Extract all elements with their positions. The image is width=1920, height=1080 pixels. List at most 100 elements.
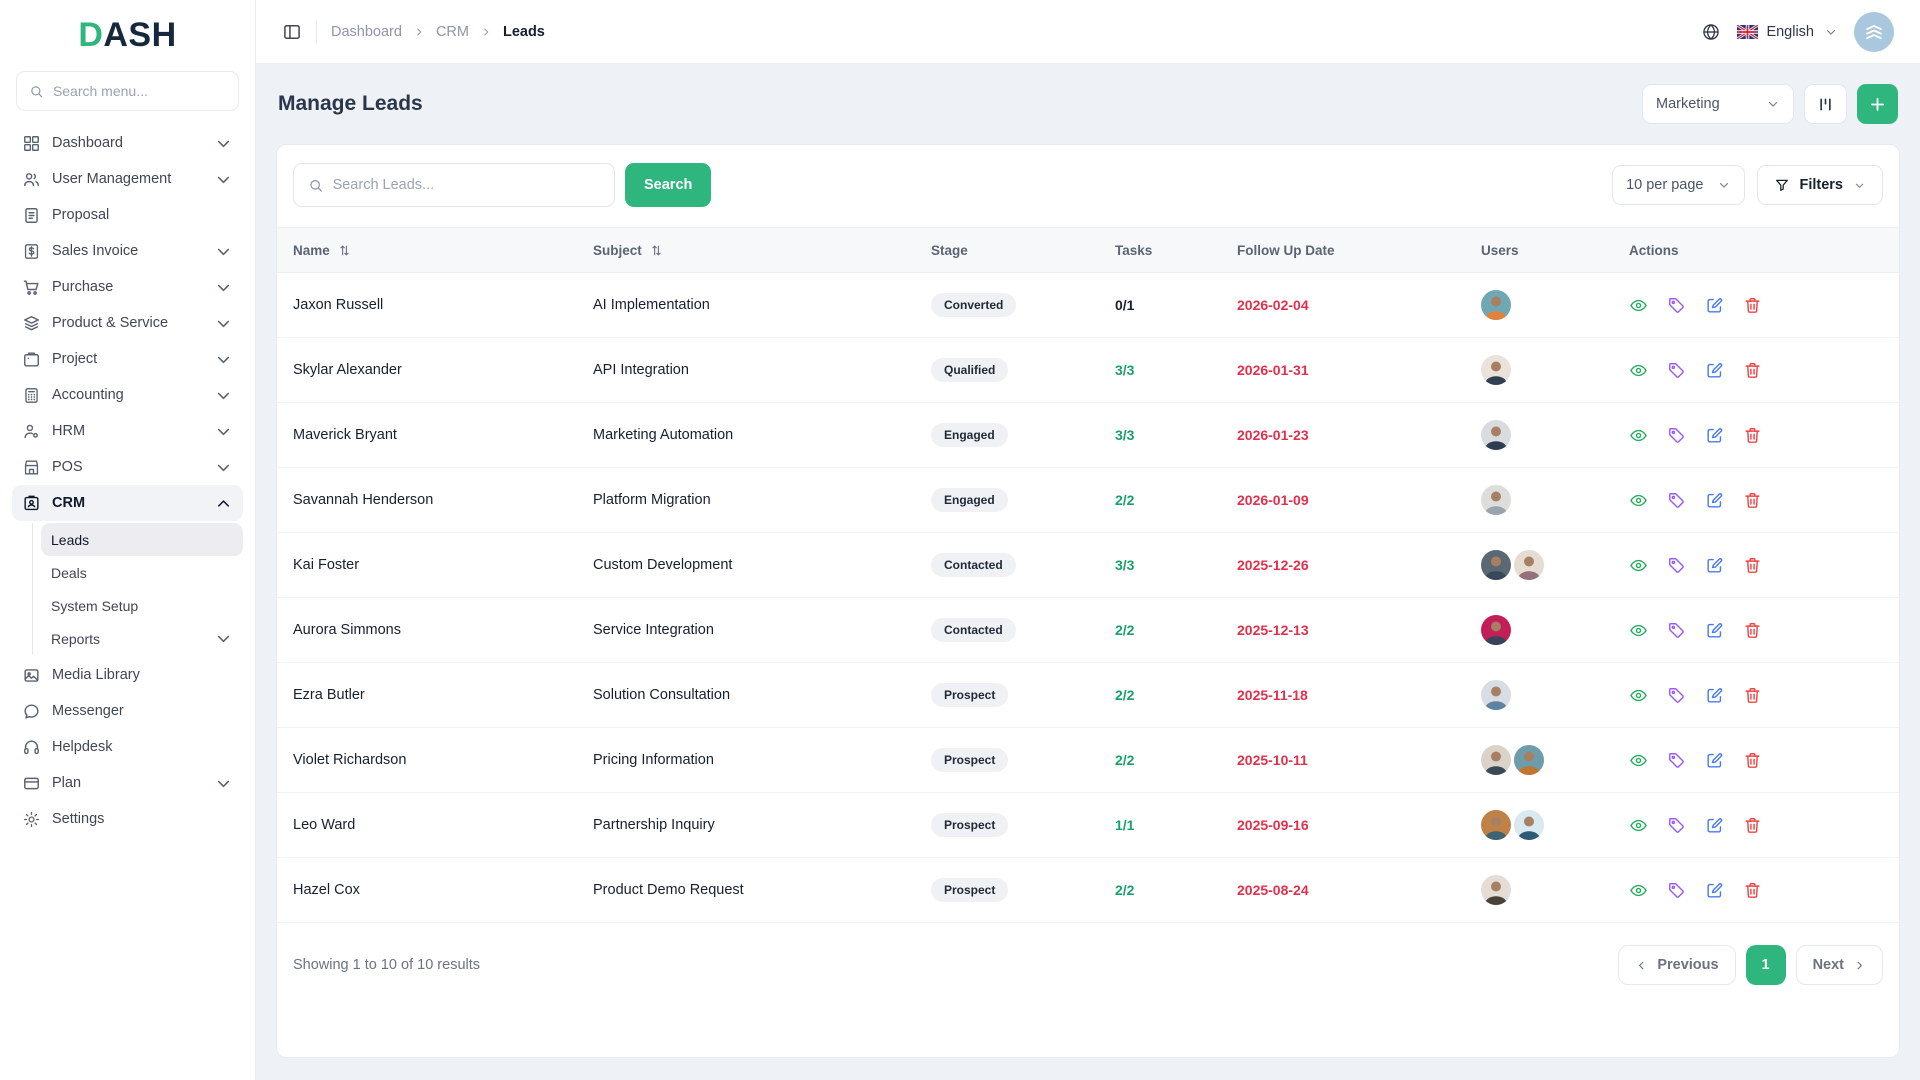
tag-lead-button[interactable] bbox=[1667, 556, 1686, 575]
per-page-select[interactable]: 10 per page bbox=[1612, 165, 1746, 205]
edit-lead-button[interactable] bbox=[1705, 881, 1724, 900]
sidebar-item-proposal[interactable]: Proposal bbox=[12, 197, 243, 233]
delete-lead-button[interactable] bbox=[1743, 426, 1762, 445]
view-lead-button[interactable] bbox=[1629, 491, 1648, 510]
sidebar-item-plan[interactable]: Plan bbox=[12, 765, 243, 801]
language-selector[interactable]: English bbox=[1736, 23, 1838, 40]
user-avatar[interactable] bbox=[1514, 550, 1544, 580]
sidebar-search-input[interactable] bbox=[52, 83, 226, 99]
user-avatar[interactable] bbox=[1481, 810, 1511, 840]
user-avatar[interactable] bbox=[1481, 615, 1511, 645]
delete-lead-button[interactable] bbox=[1743, 816, 1762, 835]
delete-lead-button[interactable] bbox=[1743, 491, 1762, 510]
breadcrumb-crm[interactable]: CRM bbox=[436, 24, 469, 40]
tag-lead-button[interactable] bbox=[1667, 296, 1686, 315]
user-avatar[interactable] bbox=[1481, 875, 1511, 905]
edit-lead-button[interactable] bbox=[1705, 816, 1724, 835]
sidebar-subitem-deals[interactable]: Deals bbox=[41, 556, 243, 589]
sidebar-item-settings[interactable]: Settings bbox=[12, 801, 243, 837]
view-lead-button[interactable] bbox=[1629, 621, 1648, 640]
sidebar-item-messenger[interactable]: Messenger bbox=[12, 693, 243, 729]
sort-icon[interactable] bbox=[649, 243, 664, 258]
sidebar-subitem-leads[interactable]: Leads bbox=[41, 523, 243, 556]
delete-lead-button[interactable] bbox=[1743, 556, 1762, 575]
sidebar-item-pos[interactable]: POS bbox=[12, 449, 243, 485]
tag-lead-button[interactable] bbox=[1667, 751, 1686, 770]
tag-lead-button[interactable] bbox=[1667, 686, 1686, 705]
user-avatar[interactable] bbox=[1514, 745, 1544, 775]
filters-button[interactable]: Filters bbox=[1757, 165, 1883, 205]
search-button[interactable]: Search bbox=[625, 163, 712, 207]
edit-lead-button[interactable] bbox=[1705, 296, 1724, 315]
chevron-down-icon bbox=[214, 350, 233, 369]
column-label: Users bbox=[1481, 242, 1519, 258]
column-label: Subject bbox=[593, 242, 642, 258]
edit-lead-button[interactable] bbox=[1705, 426, 1724, 445]
sidebar-item-media-library[interactable]: Media Library bbox=[12, 657, 243, 693]
tag-lead-button[interactable] bbox=[1667, 816, 1686, 835]
sidebar-item-accounting[interactable]: Accounting bbox=[12, 377, 243, 413]
sidebar-item-dashboard[interactable]: Dashboard bbox=[12, 125, 243, 161]
tag-lead-button[interactable] bbox=[1667, 881, 1686, 900]
edit-lead-button[interactable] bbox=[1705, 751, 1724, 770]
globe-icon[interactable] bbox=[1701, 22, 1721, 42]
tag-lead-button[interactable] bbox=[1667, 491, 1686, 510]
edit-lead-button[interactable] bbox=[1705, 686, 1724, 705]
funnel-icon bbox=[1774, 177, 1790, 193]
tag-lead-button[interactable] bbox=[1667, 426, 1686, 445]
purchase-icon bbox=[22, 278, 41, 297]
delete-lead-button[interactable] bbox=[1743, 621, 1762, 640]
add-lead-button[interactable] bbox=[1857, 84, 1898, 124]
edit-lead-button[interactable] bbox=[1705, 556, 1724, 575]
edit-lead-button[interactable] bbox=[1705, 491, 1724, 510]
view-lead-button[interactable] bbox=[1629, 751, 1648, 770]
view-lead-button[interactable] bbox=[1629, 816, 1648, 835]
user-avatar[interactable] bbox=[1514, 810, 1544, 840]
breadcrumb-dashboard[interactable]: Dashboard bbox=[331, 24, 402, 40]
view-lead-button[interactable] bbox=[1629, 686, 1648, 705]
sidebar-toggle-icon[interactable] bbox=[282, 22, 302, 42]
view-lead-button[interactable] bbox=[1629, 556, 1648, 575]
sidebar-item-user-management[interactable]: User Management bbox=[12, 161, 243, 197]
sidebar-item-purchase[interactable]: Purchase bbox=[12, 269, 243, 305]
delete-lead-button[interactable] bbox=[1743, 361, 1762, 380]
sidebar-item-project[interactable]: Project bbox=[12, 341, 243, 377]
chevron-down-icon bbox=[214, 386, 233, 405]
profile-avatar[interactable] bbox=[1854, 11, 1894, 52]
user-avatar[interactable] bbox=[1481, 290, 1511, 320]
delete-lead-button[interactable] bbox=[1743, 751, 1762, 770]
previous-page-button[interactable]: Previous bbox=[1618, 945, 1736, 985]
leads-search-input[interactable] bbox=[332, 177, 600, 193]
edit-lead-button[interactable] bbox=[1705, 361, 1724, 380]
sidebar-item-sales-invoice[interactable]: Sales Invoice bbox=[12, 233, 243, 269]
next-page-button[interactable]: Next bbox=[1795, 945, 1883, 985]
team-select[interactable]: Marketing bbox=[1642, 84, 1794, 124]
user-avatar[interactable] bbox=[1481, 550, 1511, 580]
sort-icon[interactable] bbox=[337, 243, 352, 258]
view-lead-button[interactable] bbox=[1629, 296, 1648, 315]
tag-lead-button[interactable] bbox=[1667, 361, 1686, 380]
sidebar-item-hrm[interactable]: HRM bbox=[12, 413, 243, 449]
tag-lead-button[interactable] bbox=[1667, 621, 1686, 640]
user-avatar[interactable] bbox=[1481, 745, 1511, 775]
column-header-name: Name bbox=[277, 227, 577, 273]
sidebar-item-helpdesk[interactable]: Helpdesk bbox=[12, 729, 243, 765]
page-1-button[interactable]: 1 bbox=[1745, 945, 1786, 985]
view-lead-button[interactable] bbox=[1629, 361, 1648, 380]
kanban-view-button[interactable] bbox=[1804, 84, 1847, 124]
view-lead-button[interactable] bbox=[1629, 426, 1648, 445]
sidebar-item-product-service[interactable]: Product & Service bbox=[12, 305, 243, 341]
sidebar-subitem-system-setup[interactable]: System Setup bbox=[41, 589, 243, 622]
user-avatar[interactable] bbox=[1481, 680, 1511, 710]
user-avatar[interactable] bbox=[1481, 485, 1511, 515]
user-avatar[interactable] bbox=[1481, 420, 1511, 450]
edit-lead-button[interactable] bbox=[1705, 621, 1724, 640]
user-avatar[interactable] bbox=[1481, 355, 1511, 385]
view-lead-button[interactable] bbox=[1629, 881, 1648, 900]
sidebar-item-crm[interactable]: CRM bbox=[12, 485, 243, 521]
delete-lead-button[interactable] bbox=[1743, 881, 1762, 900]
sidebar-subitem-reports[interactable]: Reports bbox=[41, 622, 243, 655]
stage-badge: Engaged bbox=[931, 423, 1008, 447]
delete-lead-button[interactable] bbox=[1743, 296, 1762, 315]
delete-lead-button[interactable] bbox=[1743, 686, 1762, 705]
